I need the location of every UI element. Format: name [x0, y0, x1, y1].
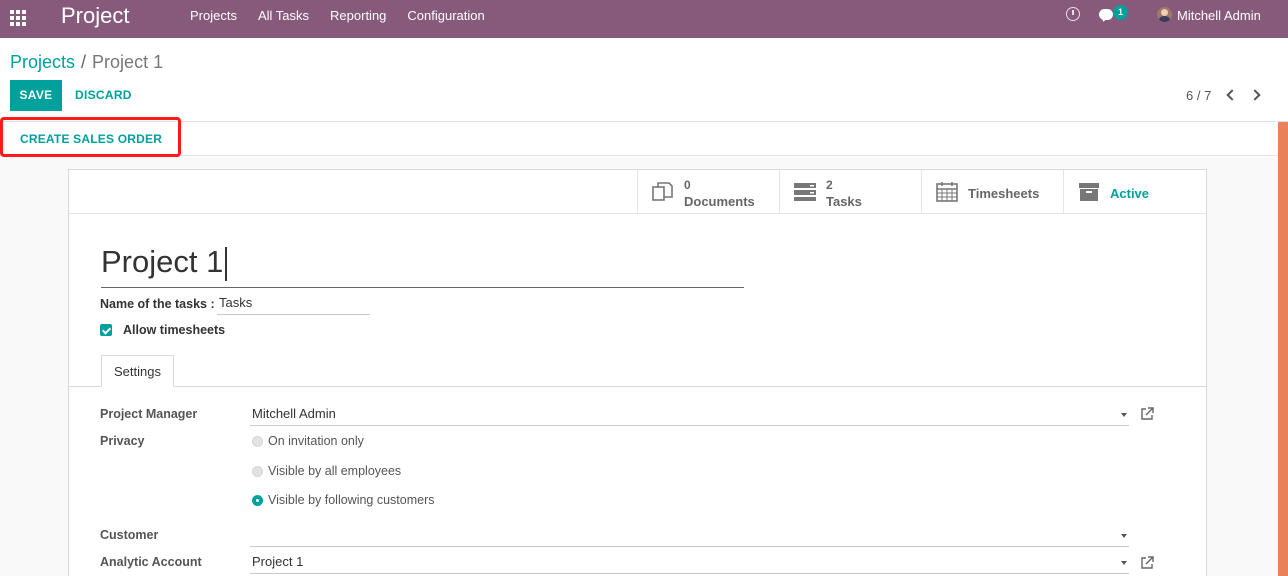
messaging-icon[interactable]: [1099, 9, 1113, 20]
apps-grid-icon[interactable]: [10, 10, 28, 28]
timesheets-label: Timesheets: [968, 186, 1040, 201]
active-label: Active: [1110, 186, 1150, 201]
archive-icon: [1079, 183, 1099, 201]
analytic-account-label: Analytic Account: [100, 555, 202, 569]
calendar-icon: [936, 182, 958, 202]
tasks-icon: [794, 183, 816, 201]
tab-settings[interactable]: Settings: [101, 355, 174, 387]
menu-item-all-tasks[interactable]: All Tasks: [258, 0, 309, 38]
user-avatar[interactable]: [1157, 7, 1172, 22]
project-name-input[interactable]: Project 1: [101, 244, 744, 288]
breadcrumb-current: Project 1: [92, 52, 164, 72]
menu-item-configuration[interactable]: Configuration: [407, 0, 484, 38]
smart-button-box: 0 Documents 2 Tasks Timesheets Active: [69, 170, 1206, 214]
caret-down-icon: [1121, 534, 1127, 538]
documents-smart-button[interactable]: 0 Documents: [637, 170, 779, 213]
tasks-smart-button[interactable]: 2 Tasks: [779, 170, 921, 213]
timesheets-smart-button[interactable]: Timesheets: [921, 170, 1063, 213]
project-name-value: Project 1: [101, 244, 224, 279]
pager-value[interactable]: 6 / 7: [1186, 88, 1211, 103]
breadcrumb-separator: /: [81, 52, 87, 72]
analytic-account-select[interactable]: Project 1: [250, 552, 1129, 574]
activity-clock-icon[interactable]: [1066, 7, 1080, 21]
project-manager-select[interactable]: Mitchell Admin: [250, 404, 1129, 426]
task-name-input[interactable]: Tasks: [217, 295, 370, 315]
highlight-annotation: [0, 117, 181, 157]
privacy-radio-invitation[interactable]: [252, 436, 263, 447]
form-statusbar: CREATE SALES ORDER: [0, 122, 1288, 156]
discard-button[interactable]: DISCARD: [75, 80, 132, 111]
user-menu[interactable]: Mitchell Admin: [1177, 0, 1261, 31]
tasks-count: 2: [826, 178, 833, 192]
chevron-right-icon[interactable]: [1250, 88, 1262, 102]
scrollbar[interactable]: [1278, 122, 1288, 576]
privacy-radio-customers[interactable]: [252, 495, 263, 506]
caret-down-icon: [1121, 561, 1127, 565]
project-manager-value: Mitchell Admin: [252, 406, 336, 421]
breadcrumb-projects-link[interactable]: Projects: [10, 52, 75, 72]
documents-label: Documents: [684, 194, 755, 209]
customer-label: Customer: [100, 528, 159, 542]
privacy-radio-employees[interactable]: [252, 466, 263, 477]
privacy-option-employees[interactable]: Visible by all employees: [268, 464, 401, 478]
form-sheet: 0 Documents 2 Tasks Timesheets Active Pr…: [68, 169, 1207, 576]
task-name-label: Name of the tasks :: [100, 297, 215, 311]
main-menu: Projects All Tasks Reporting Configurati…: [190, 0, 506, 38]
caret-down-icon: [1121, 413, 1127, 417]
chevron-left-icon[interactable]: [1225, 88, 1237, 102]
allow-timesheets-checkbox[interactable]: [100, 324, 112, 336]
messaging-badge: 1: [1113, 5, 1128, 20]
text-cursor: [225, 246, 227, 281]
analytic-account-value: Project 1: [252, 554, 304, 569]
privacy-option-invitation[interactable]: On invitation only: [268, 434, 364, 448]
tab-bar-line: [69, 386, 1206, 387]
project-manager-label: Project Manager: [100, 407, 198, 421]
top-navbar: Project Projects All Tasks Reporting Con…: [0, 0, 1288, 38]
menu-item-reporting[interactable]: Reporting: [330, 0, 386, 38]
documents-count: 0: [684, 178, 691, 192]
tasks-label: Tasks: [826, 194, 862, 209]
breadcrumb: Projects / Project 1: [10, 51, 163, 73]
documents-icon: [652, 182, 673, 201]
allow-timesheets-label: Allow timesheets: [123, 323, 226, 337]
menu-item-projects[interactable]: Projects: [190, 0, 237, 38]
save-button[interactable]: SAVE: [10, 80, 62, 111]
privacy-label: Privacy: [100, 434, 145, 448]
privacy-option-customers[interactable]: Visible by following customers: [268, 493, 435, 507]
customer-select[interactable]: [250, 525, 1129, 547]
active-toggle-button[interactable]: Active: [1063, 170, 1205, 213]
external-link-icon[interactable]: [1141, 407, 1154, 420]
app-title: Project: [61, 3, 130, 28]
external-link-icon[interactable]: [1141, 556, 1154, 569]
